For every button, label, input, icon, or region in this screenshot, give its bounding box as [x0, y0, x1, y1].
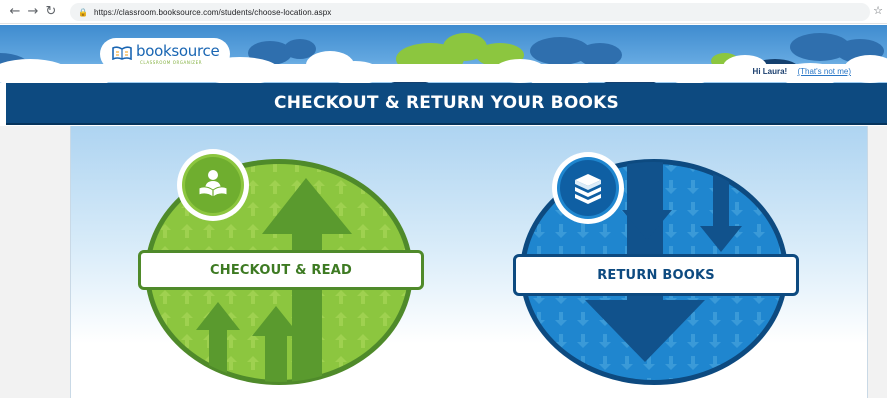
return-books-label: RETURN BOOKS [597, 267, 715, 283]
book-stack-icon [575, 174, 601, 204]
return-option[interactable] [0, 0, 887, 398]
return-books-button[interactable]: RETURN BOOKS [513, 254, 799, 296]
return-illustration [520, 152, 788, 385]
